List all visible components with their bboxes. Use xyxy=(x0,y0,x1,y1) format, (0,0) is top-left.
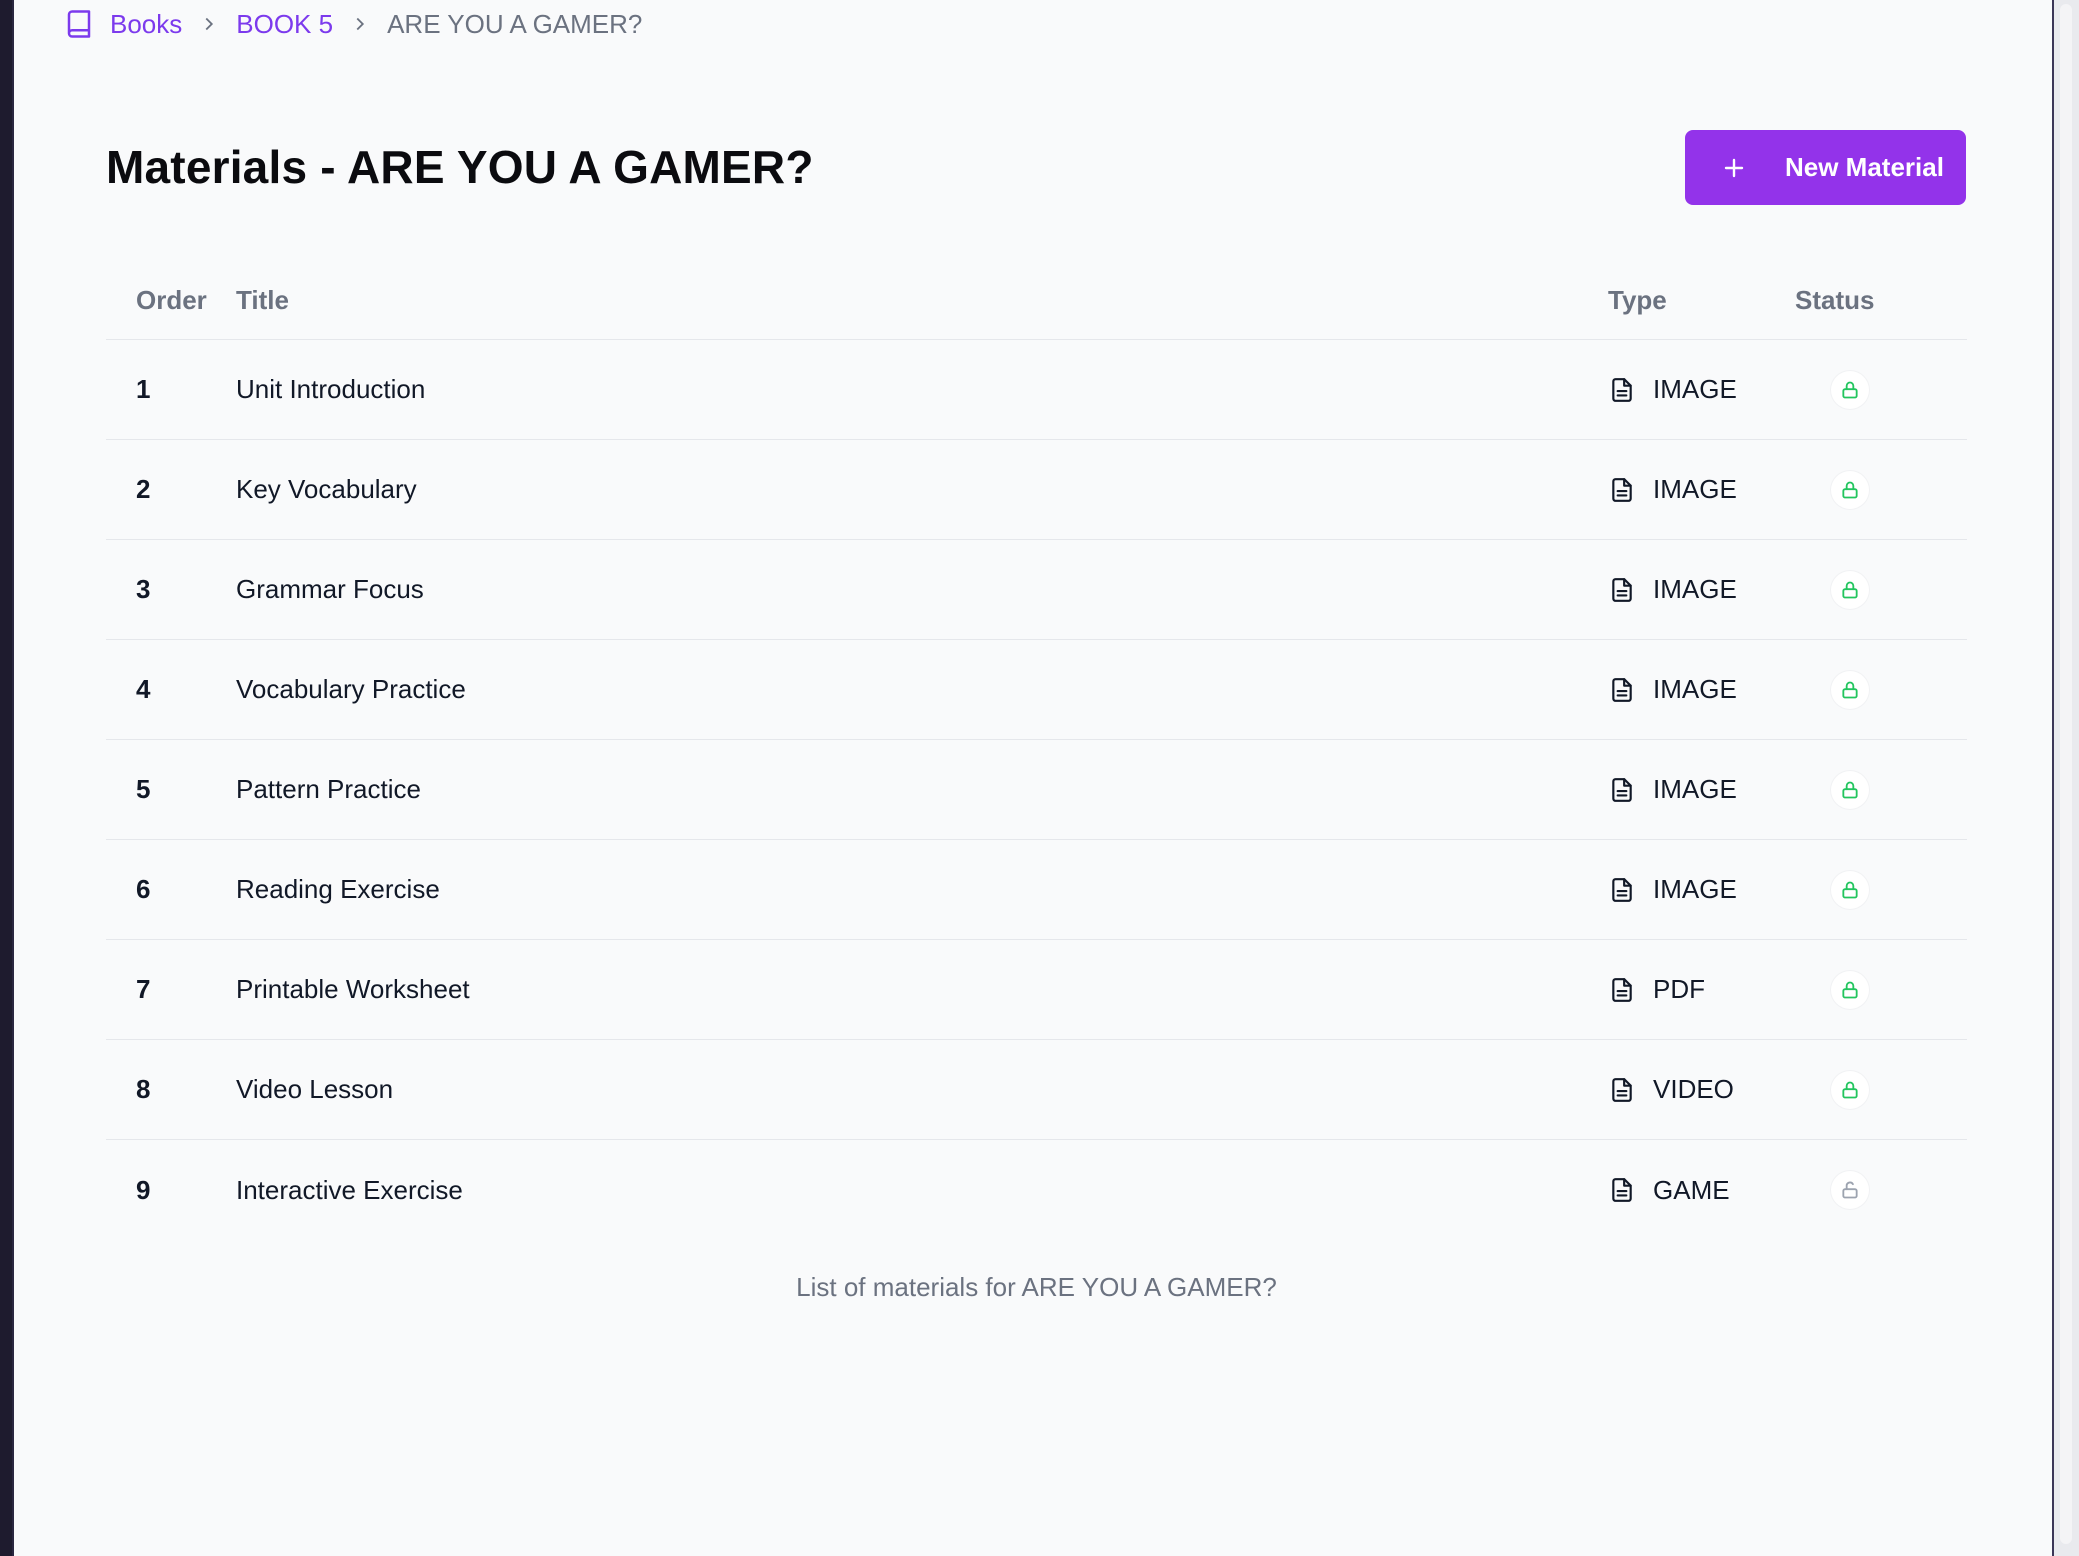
type-label: GAME xyxy=(1653,1174,1730,1205)
chevron-right-icon xyxy=(347,13,373,35)
order-cell: 7 xyxy=(136,974,151,1004)
type-label: VIDEO xyxy=(1653,1074,1734,1104)
file-icon xyxy=(1608,375,1636,405)
book-icon[interactable] xyxy=(62,7,96,41)
table-row[interactable]: 9 Interactive Exercise GAME xyxy=(106,1140,1967,1240)
breadcrumb: Books BOOK 5 ARE YOU A GAMER? xyxy=(62,4,642,44)
table-row[interactable]: 7 Printable Worksheet PDF xyxy=(106,940,1967,1040)
status-cell xyxy=(1792,570,1967,609)
order-cell: 1 xyxy=(136,374,151,404)
lock-icon[interactable] xyxy=(1831,970,1869,1009)
materials-table: Order Title Type Status 1 Unit Introducti… xyxy=(106,262,1967,1240)
file-icon xyxy=(1608,875,1636,905)
title-cell[interactable]: Interactive Exercise xyxy=(236,1175,1608,1206)
lock-icon[interactable] xyxy=(1831,870,1869,909)
status-cell xyxy=(1792,1070,1967,1109)
new-material-button[interactable]: New Material xyxy=(1685,130,1966,205)
order-cell: 8 xyxy=(136,1074,151,1104)
lock-icon[interactable] xyxy=(1831,770,1869,809)
title-cell[interactable]: Grammar Focus xyxy=(236,574,1608,605)
file-icon xyxy=(1608,475,1636,505)
file-icon xyxy=(1608,1075,1636,1105)
scrollbar-thumb[interactable] xyxy=(2060,4,2072,1544)
table-header: Order Title Type Status xyxy=(106,262,1967,340)
table-row[interactable]: 1 Unit Introduction IMAGE xyxy=(106,340,1967,440)
lock-icon[interactable] xyxy=(1831,470,1869,509)
status-cell xyxy=(1792,870,1967,909)
type-cell: IMAGE xyxy=(1608,674,1792,705)
type-cell: IMAGE xyxy=(1608,474,1792,505)
order-cell: 9 xyxy=(136,1174,151,1205)
breadcrumb-book[interactable]: BOOK 5 xyxy=(236,9,333,40)
new-material-label: New Material xyxy=(1785,152,1944,182)
lock-icon[interactable] xyxy=(1831,570,1869,609)
type-cell: IMAGE xyxy=(1608,574,1792,605)
type-label: IMAGE xyxy=(1653,774,1737,804)
order-cell: 3 xyxy=(136,574,151,604)
column-header-status[interactable]: Status xyxy=(1792,285,1967,316)
table-caption: List of materials for ARE YOU A GAMER? xyxy=(796,1272,1277,1302)
breadcrumb-current: ARE YOU A GAMER? xyxy=(387,8,643,39)
type-label: IMAGE xyxy=(1653,374,1737,404)
status-cell xyxy=(1792,770,1967,809)
order-cell: 6 xyxy=(136,874,151,904)
type-cell: IMAGE xyxy=(1608,374,1792,405)
page-title: Materials - ARE YOU A GAMER? xyxy=(106,141,814,193)
breadcrumb-books[interactable]: Books xyxy=(110,9,182,40)
order-cell: 5 xyxy=(136,774,151,804)
status-cell xyxy=(1792,1171,1967,1209)
status-cell xyxy=(1792,470,1967,509)
type-cell: IMAGE xyxy=(1608,774,1792,805)
title-cell[interactable]: Key Vocabulary xyxy=(236,474,1608,505)
file-icon xyxy=(1608,675,1636,705)
column-header-title[interactable]: Title xyxy=(236,285,1608,316)
table-row[interactable]: 3 Grammar Focus IMAGE xyxy=(106,540,1967,640)
order-cell: 2 xyxy=(136,474,151,504)
type-cell: VIDEO xyxy=(1608,1074,1792,1105)
lock-icon[interactable] xyxy=(1831,370,1869,409)
lock-icon[interactable] xyxy=(1831,670,1869,709)
order-cell: 4 xyxy=(136,674,151,704)
lock-icon[interactable] xyxy=(1831,1070,1869,1109)
table-row[interactable]: 5 Pattern Practice IMAGE xyxy=(106,740,1967,840)
type-cell: PDF xyxy=(1608,974,1792,1005)
file-icon xyxy=(1608,1175,1636,1205)
title-cell[interactable]: Vocabulary Practice xyxy=(236,674,1608,705)
column-header-order[interactable]: Order xyxy=(106,285,236,316)
chevron-right-icon xyxy=(196,13,222,35)
title-cell[interactable]: Video Lesson xyxy=(236,1074,1608,1105)
type-label: IMAGE xyxy=(1653,674,1737,704)
table-row[interactable]: 2 Key Vocabulary IMAGE xyxy=(106,440,1967,540)
title-cell[interactable]: Reading Exercise xyxy=(236,874,1608,905)
type-label: IMAGE xyxy=(1653,874,1737,904)
main-panel: Books BOOK 5 ARE YOU A GAMER? Materials … xyxy=(12,0,2052,1556)
title-cell[interactable]: Pattern Practice xyxy=(236,774,1608,805)
table-row[interactable]: 6 Reading Exercise IMAGE xyxy=(106,840,1967,940)
type-cell: IMAGE xyxy=(1608,874,1792,905)
table-row[interactable]: 4 Vocabulary Practice IMAGE xyxy=(106,640,1967,740)
title-cell[interactable]: Unit Introduction xyxy=(236,374,1608,405)
type-cell: GAME xyxy=(1608,1175,1792,1206)
status-cell xyxy=(1792,370,1967,409)
table-body: 1 Unit Introduction IMAGE 2 Key Vocabulary IM… xyxy=(106,340,1967,1240)
file-icon xyxy=(1608,575,1636,605)
plus-icon xyxy=(1721,155,1747,181)
title-cell[interactable]: Printable Worksheet xyxy=(236,974,1608,1005)
unlock-icon[interactable] xyxy=(1831,1171,1869,1209)
file-icon xyxy=(1608,975,1636,1005)
type-label: PDF xyxy=(1653,974,1705,1004)
file-icon xyxy=(1608,775,1636,805)
column-header-type[interactable]: Type xyxy=(1608,285,1792,316)
type-label: IMAGE xyxy=(1653,574,1737,604)
scrollbar[interactable] xyxy=(2052,0,2079,1556)
status-cell xyxy=(1792,670,1967,709)
table-row[interactable]: 8 Video Lesson VIDEO xyxy=(106,1040,1967,1140)
status-cell xyxy=(1792,970,1967,1009)
type-label: IMAGE xyxy=(1653,474,1737,504)
